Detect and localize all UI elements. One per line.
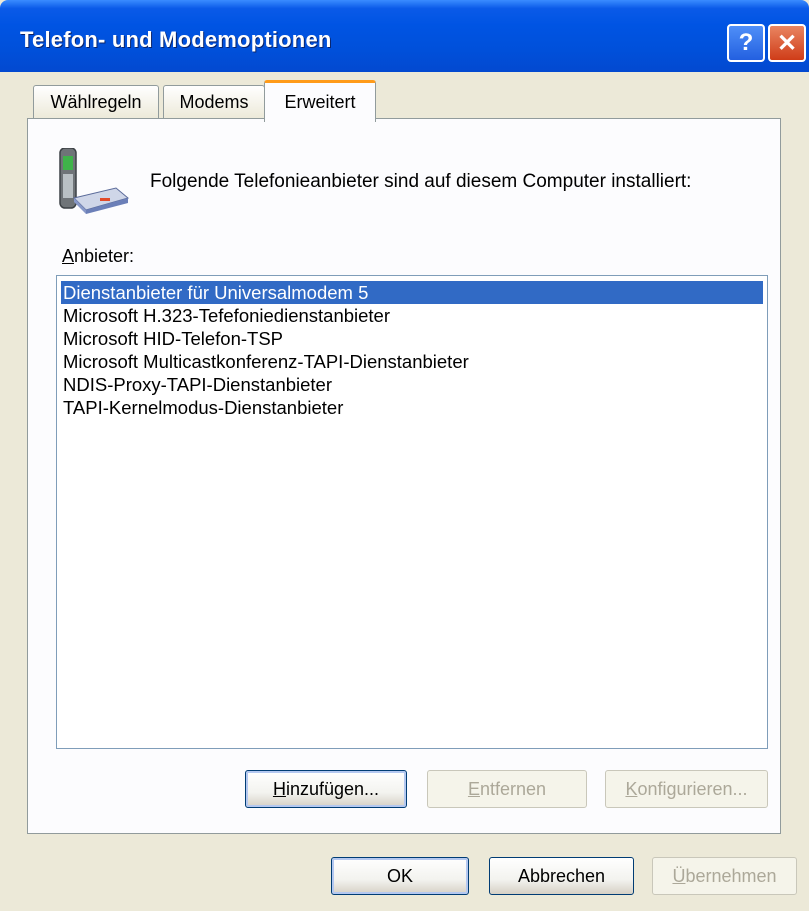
access-key: K [625, 778, 638, 799]
apply-button[interactable]: Übernehmen [652, 857, 797, 895]
providers-list[interactable]: Dienstanbieter für Universalmodem 5 Micr… [56, 275, 768, 749]
help-icon: ? [738, 29, 754, 56]
button-label: bernehmen [685, 865, 777, 886]
tab-erweitert[interactable]: Erweitert [264, 80, 376, 122]
remove-button[interactable]: Entfernen [427, 770, 587, 808]
list-item[interactable]: Microsoft Multicastkonferenz-TAPI-Dienst… [61, 350, 763, 373]
access-key: Ü [672, 865, 686, 886]
label-rest: nbieter: [74, 246, 135, 266]
button-label: onfigurieren... [637, 778, 748, 799]
list-item[interactable]: Microsoft HID-Telefon-TSP [61, 327, 763, 350]
cancel-button[interactable]: Abbrechen [489, 857, 634, 895]
window-title: Telefon- und Modemoptionen [20, 27, 332, 52]
access-key: H [272, 778, 286, 799]
tab-label: Modems [179, 92, 249, 112]
telephony-icon [59, 148, 130, 214]
close-icon: ✕ [776, 29, 798, 57]
button-label: OK [386, 865, 413, 886]
list-item[interactable]: Microsoft H.323-Tefefoniedienstanbieter [61, 304, 763, 327]
list-item[interactable]: NDIS-Proxy-TAPI-Dienstanbieter [61, 373, 763, 396]
access-key: E [467, 778, 480, 799]
dialog-window: Telefon- und Modemoptionen ? ✕ Wählregel… [0, 0, 809, 911]
button-label: Abbrechen [517, 865, 606, 886]
button-label: ntfernen [479, 778, 547, 799]
list-item[interactable]: TAPI-Kernelmodus-Dienstanbieter [61, 396, 763, 419]
title-bar[interactable]: Telefon- und Modemoptionen ? ✕ [0, 0, 809, 72]
access-key: A [62, 246, 75, 266]
intro-text: Folgende Telefonieanbieter sind auf dies… [150, 171, 692, 192]
ok-button[interactable]: OK [331, 857, 469, 895]
tab-label: Wählregeln [50, 92, 142, 112]
tab-label: Erweitert [284, 92, 356, 112]
providers-label: Anbieter: [62, 246, 134, 267]
help-button[interactable]: ? [727, 24, 765, 62]
list-item[interactable]: Dienstanbieter für Universalmodem 5 [61, 281, 763, 304]
close-button[interactable]: ✕ [768, 24, 806, 62]
tab-waehlregeln[interactable]: Wählregeln [33, 85, 159, 119]
configure-button[interactable]: Konfigurieren... [605, 770, 768, 808]
add-button[interactable]: Hinzufügen... [245, 770, 407, 808]
button-label: inzufügen... [285, 778, 380, 799]
tab-modems[interactable]: Modems [163, 85, 265, 119]
